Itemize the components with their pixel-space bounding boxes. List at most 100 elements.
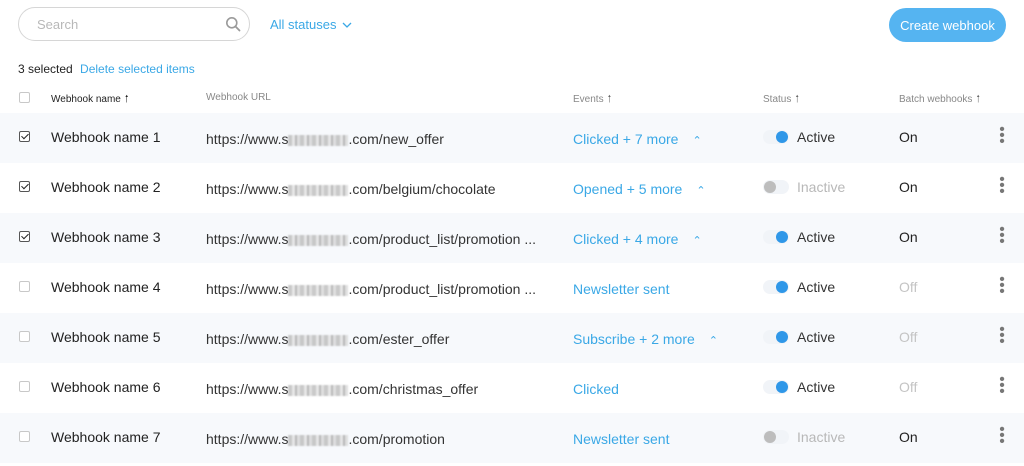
events-link[interactable]: Newsletter sent bbox=[573, 431, 669, 447]
events-link[interactable]: Opened + 5 more ⌃ bbox=[573, 181, 706, 197]
status-filter-label: All statuses bbox=[270, 17, 337, 32]
table-row[interactable]: Webhook name 2 https://www.s .com/belgium/… bbox=[0, 163, 1024, 213]
status-toggle[interactable] bbox=[763, 430, 789, 444]
redacted-domain bbox=[288, 434, 349, 446]
batch-value: On bbox=[899, 179, 918, 195]
column-header-batch[interactable]: Batch webhooks 🠑 bbox=[899, 92, 980, 109]
table-row[interactable]: Webhook name 3 https://www.s .com/product_… bbox=[0, 213, 1024, 263]
redacted-domain bbox=[288, 234, 349, 246]
status-label: Active bbox=[797, 279, 836, 295]
status-toggle[interactable] bbox=[763, 180, 789, 194]
webhook-name: Webhook name 4 bbox=[51, 279, 161, 295]
search-icon[interactable] bbox=[225, 16, 241, 32]
events-link[interactable]: Clicked + 4 more ⌃ bbox=[573, 231, 702, 247]
webhook-url: https://www.s .com/promotion bbox=[206, 431, 445, 447]
webhook-name: Webhook name 3 bbox=[51, 229, 161, 245]
events-link[interactable]: Newsletter sent bbox=[573, 281, 669, 297]
webhook-url: https://www.s .com/new_offer bbox=[206, 131, 444, 147]
status-label: Active bbox=[797, 229, 836, 245]
column-header-events[interactable]: Events 🠑 bbox=[573, 92, 611, 109]
webhook-name: Webhook name 2 bbox=[51, 179, 161, 195]
webhook-url: https://www.s .com/christmas_offer bbox=[206, 381, 479, 397]
status-toggle[interactable] bbox=[763, 230, 789, 244]
redacted-domain bbox=[288, 134, 349, 146]
selection-bar: 3 selected Delete selected items bbox=[18, 62, 195, 76]
sort-arrow-icon: 🠑 bbox=[124, 94, 129, 105]
events-link[interactable]: Subscribe + 2 more ⌃ bbox=[573, 331, 718, 347]
toggle-knob bbox=[776, 131, 788, 143]
table-header: Webhook name 🠑 Webhook URL Events 🠑 Status… bbox=[0, 88, 1024, 110]
chevron-down-icon bbox=[343, 22, 352, 28]
webhook-name: Webhook name 7 bbox=[51, 429, 161, 445]
batch-value: Off bbox=[899, 379, 918, 395]
chevron-up-icon[interactable]: ⌃ bbox=[692, 135, 701, 147]
delete-selected-link[interactable]: Delete selected items bbox=[80, 62, 195, 76]
batch-value: On bbox=[899, 129, 918, 145]
table-row[interactable]: Webhook name 1 https://www.s .com/new_offe… bbox=[0, 113, 1024, 163]
events-link[interactable]: Clicked bbox=[573, 381, 619, 397]
select-all-checkbox[interactable] bbox=[19, 92, 30, 103]
row-checkbox[interactable] bbox=[19, 131, 30, 142]
webhook-name: Webhook name 6 bbox=[51, 379, 161, 395]
more-options-icon[interactable]: • • • bbox=[995, 372, 1009, 400]
status-label: Active bbox=[797, 379, 836, 395]
status-label: Active bbox=[797, 129, 836, 145]
redacted-domain bbox=[288, 184, 349, 196]
column-header-status[interactable]: Status 🠑 bbox=[763, 92, 799, 109]
row-checkbox[interactable] bbox=[19, 181, 30, 192]
batch-value: On bbox=[899, 229, 918, 245]
status-toggle[interactable] bbox=[763, 130, 789, 144]
status-label: Inactive bbox=[797, 429, 846, 445]
events-link[interactable]: Clicked + 7 more ⌃ bbox=[573, 131, 702, 147]
redacted-domain bbox=[288, 384, 349, 396]
more-options-icon[interactable]: • • • bbox=[995, 122, 1009, 150]
more-options-icon[interactable]: • • • bbox=[995, 322, 1009, 350]
toggle-knob bbox=[776, 331, 788, 343]
status-toggle[interactable] bbox=[763, 380, 789, 394]
row-checkbox[interactable] bbox=[19, 381, 30, 392]
more-options-icon[interactable]: • • • bbox=[995, 422, 1009, 450]
table-row[interactable]: Webhook name 6 https://www.s .com/christma… bbox=[0, 363, 1024, 413]
row-checkbox[interactable] bbox=[19, 281, 30, 292]
redacted-domain bbox=[288, 334, 349, 346]
more-options-icon[interactable]: • • • bbox=[995, 222, 1009, 250]
search-input[interactable] bbox=[35, 16, 219, 33]
column-header-url: Webhook URL bbox=[206, 92, 271, 103]
toggle-knob bbox=[776, 381, 788, 393]
row-checkbox[interactable] bbox=[19, 431, 30, 442]
selected-count: 3 selected bbox=[18, 62, 73, 76]
chevron-up-icon[interactable]: ⌃ bbox=[696, 185, 705, 197]
batch-value: Off bbox=[899, 279, 918, 295]
sort-arrow-icon: 🠑 bbox=[607, 94, 612, 105]
more-options-icon[interactable]: • • • bbox=[995, 272, 1009, 300]
webhook-name: Webhook name 5 bbox=[51, 329, 161, 345]
table-row[interactable]: Webhook name 4 https://www.s .com/product_… bbox=[0, 263, 1024, 313]
status-toggle[interactable] bbox=[763, 330, 789, 344]
column-header-name[interactable]: Webhook name 🠑 bbox=[51, 92, 129, 109]
sort-arrow-icon: 🠑 bbox=[795, 94, 799, 105]
batch-value: Off bbox=[899, 329, 918, 345]
batch-value: On bbox=[899, 429, 918, 445]
toggle-knob bbox=[764, 431, 776, 443]
table-row[interactable]: Webhook name 7 https://www.s .com/promotio… bbox=[0, 413, 1024, 463]
webhook-url: https://www.s .com/product_list/promotion… bbox=[206, 281, 536, 297]
status-label: Active bbox=[797, 329, 836, 345]
row-checkbox[interactable] bbox=[19, 331, 30, 342]
more-options-icon[interactable]: • • • bbox=[995, 172, 1009, 200]
webhook-name: Webhook name 1 bbox=[51, 129, 161, 145]
webhook-url: https://www.s .com/belgium/chocolate bbox=[206, 181, 496, 197]
create-webhook-button[interactable]: Create webhook bbox=[889, 8, 1006, 42]
sort-arrow-icon: 🠑 bbox=[976, 94, 981, 105]
status-filter-dropdown[interactable]: All statuses bbox=[270, 17, 352, 32]
chevron-up-icon[interactable]: ⌃ bbox=[709, 335, 718, 347]
search-box[interactable] bbox=[18, 7, 250, 41]
toggle-knob bbox=[776, 231, 788, 243]
webhook-url: https://www.s .com/product_list/promotion… bbox=[206, 231, 536, 247]
status-label: Inactive bbox=[797, 179, 846, 195]
redacted-domain bbox=[288, 284, 349, 296]
row-checkbox[interactable] bbox=[19, 231, 30, 242]
webhook-url: https://www.s .com/ester_offer bbox=[206, 331, 450, 347]
table-row[interactable]: Webhook name 5 https://www.s .com/ester_of… bbox=[0, 313, 1024, 363]
status-toggle[interactable] bbox=[763, 280, 789, 294]
chevron-up-icon[interactable]: ⌃ bbox=[692, 235, 701, 247]
